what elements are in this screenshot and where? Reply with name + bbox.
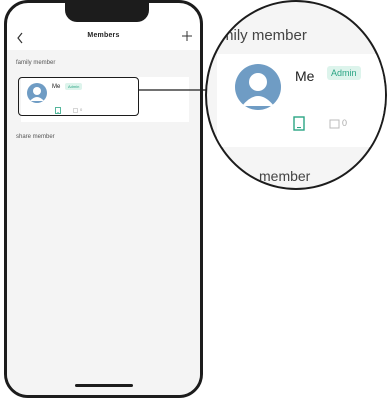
zoom-member-card: Me Admin 0 [217, 54, 385, 147]
zoom-member-name: Me [295, 68, 315, 84]
zoom-admin-badge: Admin [327, 66, 361, 80]
phone-notch [65, 3, 149, 22]
share-member-section-label: share member [16, 134, 55, 140]
highlight-box [18, 77, 139, 116]
zoom-device-icon [329, 119, 340, 129]
family-member-section-label: family member [16, 60, 56, 66]
phone-frame: Members family member Me Admin 0 share m… [4, 0, 203, 398]
plus-icon[interactable] [181, 30, 193, 42]
tutorial-illustration: Members family member Me Admin 0 share m… [0, 0, 387, 402]
zoom-device-count: 0 [342, 118, 348, 128]
zoom-section-label: mily member [221, 27, 307, 44]
nav-bar: Members [7, 30, 200, 48]
page-title: Members [87, 32, 120, 39]
zoom-share-section-label: member [259, 168, 311, 184]
zoom-avatar-icon [235, 64, 281, 110]
home-indicator [75, 384, 133, 387]
zoom-magnifier: mily member Me Admin 0 member [205, 0, 387, 190]
zoom-content: mily member Me Admin 0 member [207, 2, 385, 188]
zoom-tablet-icon [293, 116, 305, 131]
